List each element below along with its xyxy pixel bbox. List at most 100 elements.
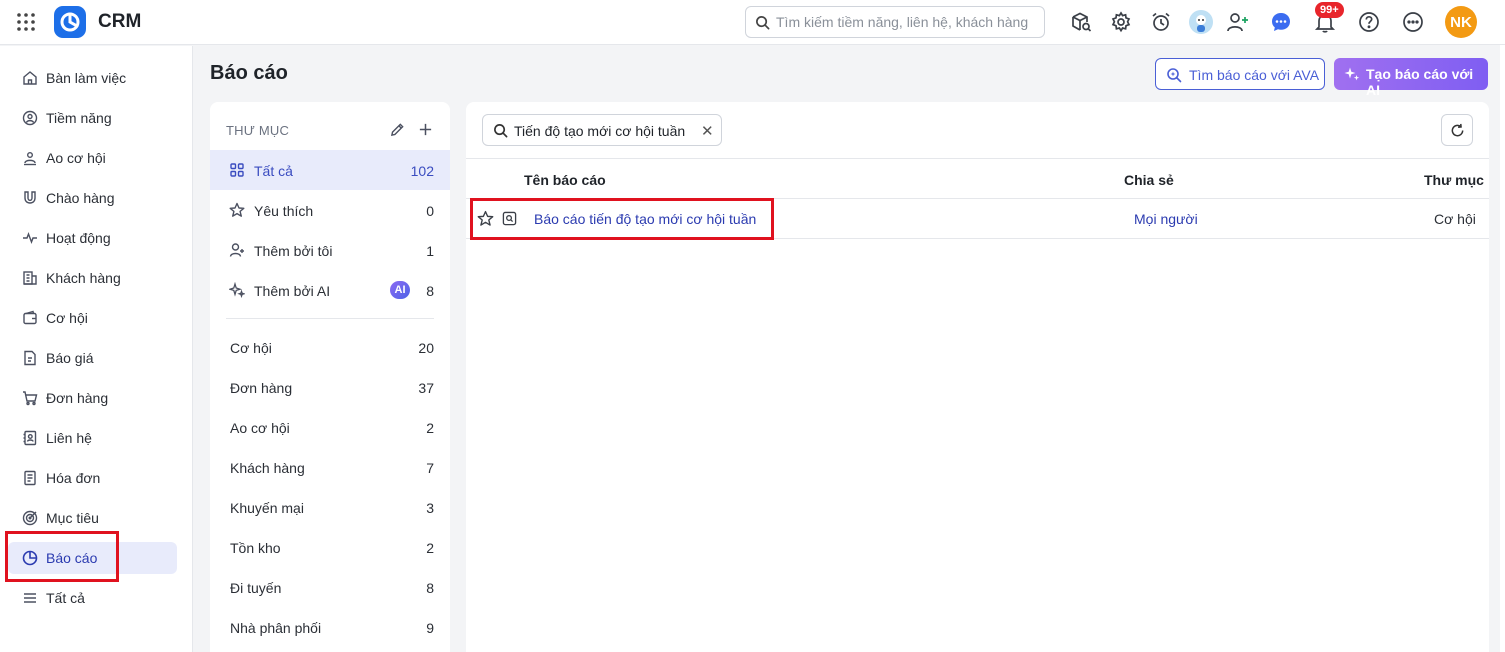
find-report-with-ava-label: Tìm báo cáo với AVA <box>1189 67 1320 83</box>
sparkle-icon <box>1344 66 1360 82</box>
sidebar-item-label: Hóa đơn <box>46 470 101 486</box>
folder-item-added-by-me[interactable]: Thêm bởi tôi 1 <box>210 230 450 270</box>
user-avatar[interactable]: NK <box>1445 6 1477 38</box>
folder-label: Thêm bởi tôi <box>254 243 333 259</box>
magnet-icon <box>22 190 38 206</box>
folder-count: 2 <box>426 540 434 556</box>
folder-label: Ao cơ hội <box>230 420 290 436</box>
refresh-button[interactable] <box>1441 114 1473 146</box>
sidebar-item-hoa-don[interactable]: Hóa đơn <box>8 462 177 494</box>
sidebar-item-ao-co-hoi[interactable]: Ao cơ hội <box>8 142 177 174</box>
folder-item-all[interactable]: Tất cả 102 <box>210 150 450 190</box>
clear-search-icon[interactable]: ✕ <box>701 122 714 140</box>
folder-label: Đi tuyến <box>230 580 282 596</box>
ai-search-icon <box>1166 67 1182 83</box>
scrollbar-track[interactable] <box>1500 45 1505 652</box>
cart-icon <box>22 390 38 406</box>
sidebar-item-label: Chào hàng <box>46 190 115 206</box>
sidebar-item-label: Ao cơ hội <box>46 150 106 166</box>
sidebar-item-co-hoi[interactable]: Cơ hội <box>8 302 177 334</box>
folder-item-category[interactable]: Khuyến mại 3 <box>210 487 450 527</box>
grid-icon <box>229 162 245 178</box>
sidebar-item-label: Hoạt động <box>46 230 111 246</box>
report-search-chip[interactable]: Tiến độ tạo mới cơ hội tuần ✕ <box>482 114 722 146</box>
folder-count: 8 <box>426 283 434 299</box>
folder-item-category[interactable]: Cơ hội 20 <box>210 327 450 367</box>
sidebar-item-khach-hang[interactable]: Khách hàng <box>8 262 177 294</box>
assistant-avatar-icon[interactable] <box>1189 10 1213 34</box>
column-header-folder[interactable]: Thư mục <box>1424 172 1484 188</box>
sidebar-item-tat-ca[interactable]: Tất cả <box>8 582 177 614</box>
app-launcher-icon[interactable] <box>16 12 36 32</box>
sidebar-item-label: Tất cả <box>46 590 85 606</box>
folder-count: 0 <box>426 203 434 219</box>
wallet-icon <box>22 310 38 326</box>
sidebar-item-don-hang[interactable]: Đơn hàng <box>8 382 177 414</box>
settings-gear-icon[interactable] <box>1109 10 1133 34</box>
folder-label: Đơn hàng <box>230 380 293 396</box>
report-list-panel: Tiến độ tạo mới cơ hội tuần ✕ Tên báo cá… <box>466 102 1489 652</box>
create-report-with-ai-button[interactable]: Tạo báo cáo với AI <box>1334 58 1488 98</box>
find-report-with-ava-button[interactable]: Tìm báo cáo với AVA <box>1155 58 1325 90</box>
sidebar-item-bao-gia[interactable]: Báo giá <box>8 342 177 374</box>
edit-pencil-icon[interactable] <box>390 122 405 137</box>
report-share-link[interactable]: Mọi người <box>1134 211 1198 227</box>
folder-item-category[interactable]: Ao cơ hội 2 <box>210 407 450 447</box>
folder-item-category[interactable]: Đơn hàng 37 <box>210 367 450 407</box>
folder-label: Tất cả <box>254 163 293 179</box>
notification-count-badge: 99+ <box>1315 2 1344 18</box>
folder-item-category[interactable]: Đi tuyến 8 <box>210 567 450 607</box>
folder-item-category[interactable]: Nhà phân phối 9 <box>210 607 450 647</box>
crm-logo-icon[interactable] <box>54 6 86 38</box>
sidebar-item-ban-lam-viec[interactable]: Bàn làm việc <box>8 62 177 94</box>
folder-count: 37 <box>418 380 434 396</box>
star-icon <box>229 202 245 218</box>
pool-icon <box>22 150 38 166</box>
sidebar-item-chao-hang[interactable]: Chào hàng <box>8 182 177 214</box>
folder-label: Yêu thích <box>254 203 314 219</box>
folder-label: Tồn kho <box>230 540 281 556</box>
create-report-with-ai-label: Tạo báo cáo với AI <box>1366 66 1474 98</box>
box-search-icon[interactable] <box>1069 10 1093 34</box>
favorite-star-icon[interactable] <box>477 210 494 227</box>
report-preview-icon[interactable] <box>502 211 517 226</box>
table-row[interactable]: Báo cáo tiến độ tạo mới cơ hội tuần Mọi … <box>466 199 1489 239</box>
alarm-clock-icon[interactable] <box>1149 10 1173 34</box>
sidebar-item-label: Liên hệ <box>46 430 92 446</box>
folder-count: 102 <box>410 163 434 179</box>
report-name-link[interactable]: Báo cáo tiến độ tạo mới cơ hội tuần <box>534 211 756 227</box>
global-search-input[interactable] <box>776 13 1038 31</box>
add-user-icon[interactable] <box>1226 10 1250 34</box>
report-table-header: Tên báo cáo Chia sẻ Thư mục <box>466 158 1489 199</box>
sidebar-item-lien-he[interactable]: Liên hệ <box>8 422 177 454</box>
sidebar-item-hoat-dong[interactable]: Hoạt động <box>8 222 177 254</box>
folder-label: Nhà phân phối <box>230 620 322 636</box>
sidebar-item-bao-cao[interactable]: Báo cáo <box>8 542 177 574</box>
folder-panel-title: THƯ MỤC <box>226 123 290 138</box>
folder-item-category[interactable]: Khách hàng 7 <box>210 447 450 487</box>
folder-panel: THƯ MỤC Tất cả 102 Yêu thích 0 Thêm bởi … <box>210 102 450 652</box>
folder-count: 8 <box>426 580 434 596</box>
folder-label: Khách hàng <box>230 460 305 476</box>
more-options-icon[interactable] <box>1401 10 1425 34</box>
folder-label: Khuyến mại <box>230 500 304 516</box>
sparkle-icon <box>229 282 245 298</box>
folder-item-favorites[interactable]: Yêu thích 0 <box>210 190 450 230</box>
folder-item-category[interactable]: Tồn kho 2 <box>210 527 450 567</box>
folder-count: 1 <box>426 243 434 259</box>
help-icon[interactable] <box>1357 10 1381 34</box>
sidebar-item-tiem-nang[interactable]: Tiềm năng <box>8 102 177 134</box>
sidebar-item-label: Bàn làm việc <box>46 70 127 86</box>
folder-item-added-by-ai[interactable]: Thêm bởi AI AI 8 <box>210 270 450 310</box>
column-header-share[interactable]: Chia sẻ <box>1124 172 1174 188</box>
chat-icon[interactable] <box>1269 10 1293 34</box>
folder-count: 3 <box>426 500 434 516</box>
global-search[interactable] <box>745 6 1045 38</box>
add-folder-icon[interactable] <box>418 122 433 137</box>
building-icon <box>22 270 38 286</box>
sidebar-item-muc-tieu[interactable]: Mục tiêu <box>8 502 177 534</box>
sidebar-item-label: Mục tiêu <box>46 510 99 526</box>
sidebar-item-label: Báo giá <box>46 350 94 366</box>
column-header-name[interactable]: Tên báo cáo <box>524 172 606 188</box>
refresh-icon <box>1450 123 1465 138</box>
